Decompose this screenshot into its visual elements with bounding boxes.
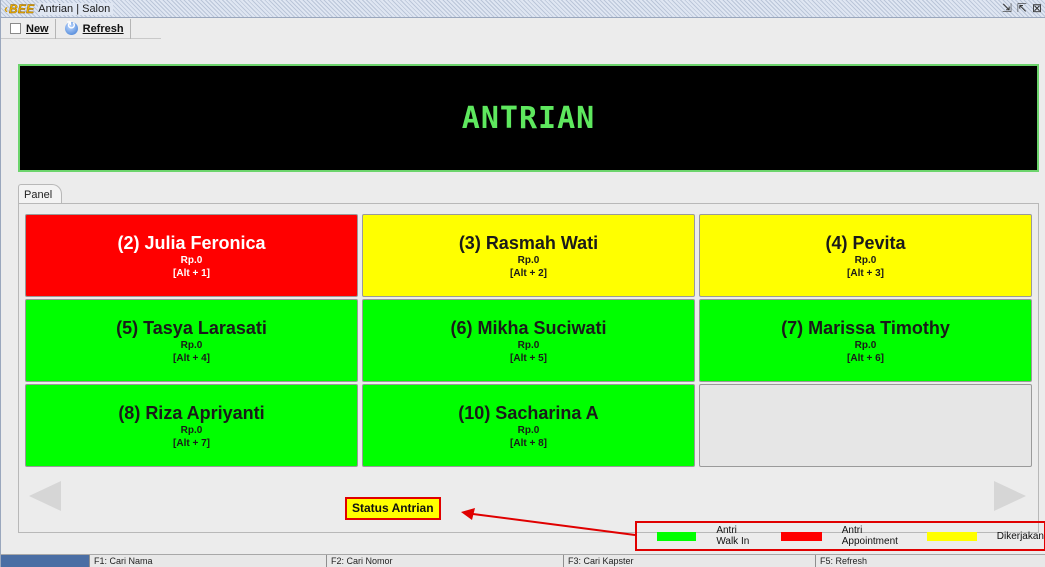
status-hint-cari-nama: F1: Cari Nama [89,555,326,567]
status-bar-indicator [1,555,89,567]
queue-shortcut: [Alt + 5] [510,352,547,364]
refresh-label: Refresh [82,22,124,35]
title-bar: ‹ BEE Antrian | Salon ⇲ ⇱ ⊠ [1,0,1045,18]
banner-title: ANTRIAN [461,100,596,136]
queue-customer-name: (4) Pevita [825,232,906,253]
queue-shortcut: [Alt + 1] [173,267,210,279]
toolbar: New Refresh [1,18,1045,57]
queue-tile[interactable]: (7) Marissa Timothy Rp.0 [Alt + 6] [699,299,1032,382]
queue-shortcut: [Alt + 8] [510,437,547,449]
new-button[interactable]: New [1,18,56,39]
queue-tile[interactable]: (4) Pevita Rp.0 [Alt + 3] [699,214,1032,297]
queue-customer-name: (6) Mikha Suciwati [450,317,607,338]
status-bar: F1: Cari Nama F2: Cari Nomor F3: Cari Ka… [1,554,1045,567]
queue-amount: Rp.0 [180,339,203,351]
queue-tile[interactable]: (6) Mikha Suciwati Rp.0 [Alt + 5] [362,299,695,382]
legend-item-dikerjakan: Dikerjakan [926,530,1044,542]
bee-logo: ‹ BEE [4,1,35,16]
refresh-icon [64,19,78,35]
next-page-arrow-icon[interactable] [994,481,1026,511]
queue-amount: Rp.0 [517,424,540,436]
queue-amount: Rp.0 [854,254,877,266]
new-document-icon [10,23,21,34]
queue-tile[interactable]: (10) Sacharina A Rp.0 [Alt + 8] [362,384,695,467]
prev-page-arrow-icon[interactable] [29,481,61,511]
queue-customer-name: (10) Sacharina A [458,402,599,423]
maximize-icon[interactable]: ⇱ [1017,1,1027,16]
close-icon[interactable]: ⊠ [1032,1,1042,16]
queue-tile[interactable]: (8) Riza Apriyanti Rp.0 [Alt + 7] [25,384,358,467]
queue-tile[interactable]: (3) Rasmah Wati Rp.0 [Alt + 2] [362,214,695,297]
legend-swatch-walkin [657,531,697,541]
legend-label-appointment: Antri Appointment [841,525,898,547]
queue-amount: Rp.0 [517,254,540,266]
window-controls: ⇲ ⇱ ⊠ [1002,1,1042,16]
queue-tile-empty [699,384,1032,467]
minimize-icon[interactable]: ⇲ [1002,1,1012,16]
queue-tile[interactable]: (5) Tasya Larasati Rp.0 [Alt + 4] [25,299,358,382]
logo-chevron-icon: ‹ [4,1,8,16]
queue-shortcut: [Alt + 7] [173,437,210,449]
refresh-button[interactable]: Refresh [56,18,131,39]
antrian-banner: ANTRIAN [18,64,1039,172]
queue-customer-name: (5) Tasya Larasati [116,317,267,338]
legend-swatch-appointment [780,531,822,541]
antrian-window: ‹ BEE Antrian | Salon ⇲ ⇱ ⊠ New Refresh … [0,0,1045,567]
queue-shortcut: [Alt + 6] [847,352,884,364]
queue-tile[interactable]: (2) Julia Feronica Rp.0 [Alt + 1] [25,214,358,297]
queue-customer-name: (2) Julia Feronica [117,232,266,253]
tab-panel[interactable]: Panel [18,184,63,204]
status-antrian-callout: Status Antrian [345,497,441,520]
queue-shortcut: [Alt + 2] [510,267,547,279]
queue-amount: Rp.0 [180,424,203,436]
status-hint-cari-kapster: F3: Cari Kapster [563,555,815,567]
queue-amount: Rp.0 [180,254,203,266]
legend-swatch-dikerjakan [926,531,977,541]
new-label: New [26,22,49,35]
queue-customer-name: (8) Riza Apriyanti [118,402,265,423]
status-hint-refresh: F5: Refresh [815,555,1045,567]
queue-customer-name: (3) Rasmah Wati [458,232,599,253]
legend-item-walkin: Antri Walk In [657,525,761,547]
queue-shortcut: [Alt + 4] [173,352,210,364]
legend-label-walkin: Antri Walk In [716,525,750,547]
queue-amount: Rp.0 [517,339,540,351]
legend-item-appointment: Antri Appointment [780,525,907,547]
queue-customer-name: (7) Marissa Timothy [781,317,950,338]
window-title: Antrian | Salon [38,2,114,15]
status-legend: Antri Walk In Antri Appointment Dikerjak… [635,521,1045,551]
queue-amount: Rp.0 [854,339,877,351]
callout-arrow [461,508,636,536]
status-hint-cari-nomor: F2: Cari Nomor [326,555,563,567]
queue-shortcut: [Alt + 3] [847,267,884,279]
legend-label-dikerjakan: Dikerjakan [996,530,1044,542]
